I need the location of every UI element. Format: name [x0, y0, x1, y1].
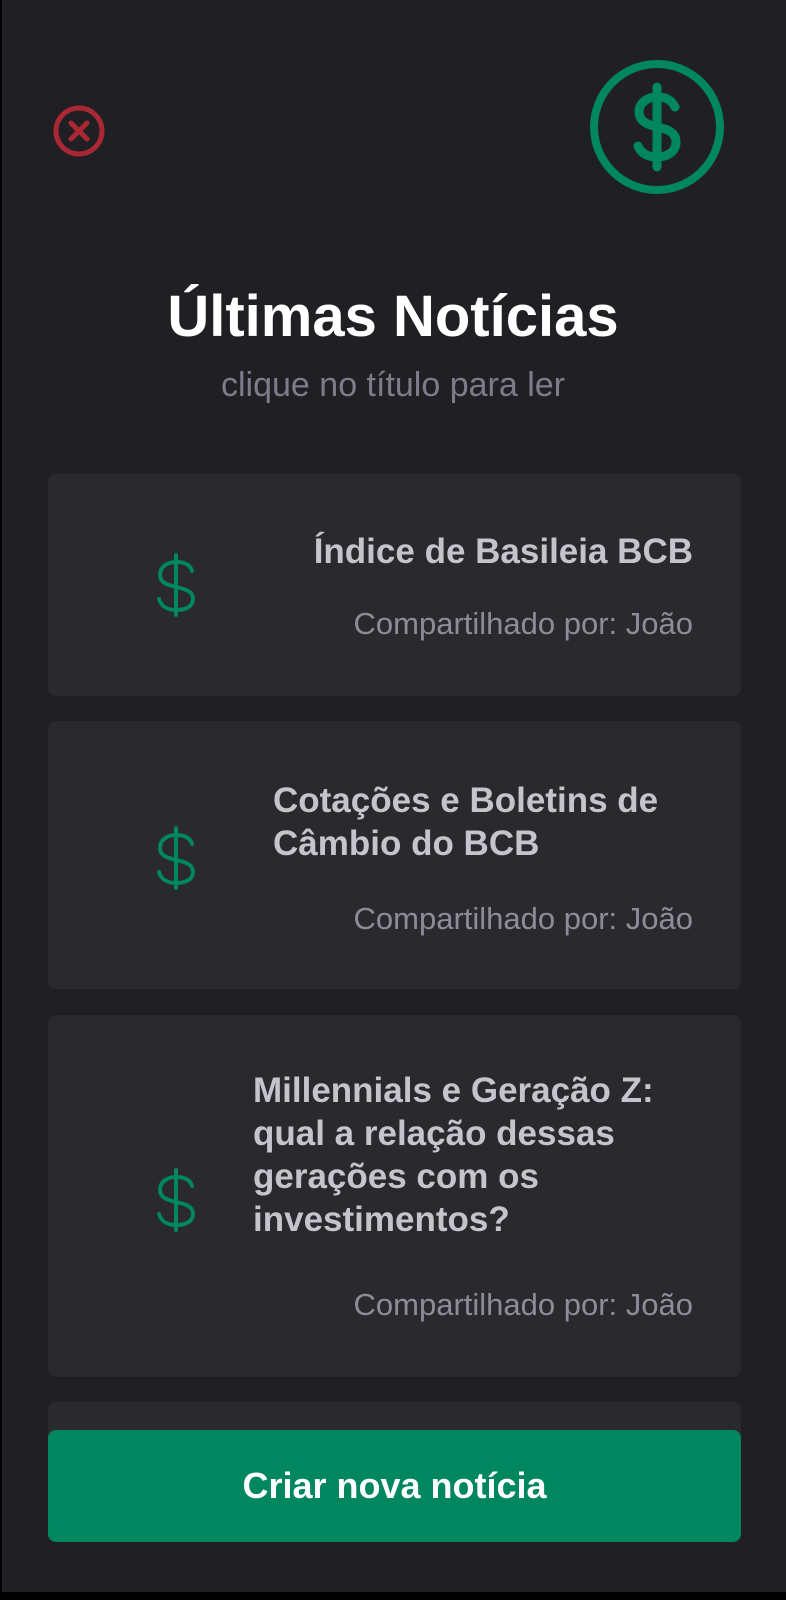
dollar-icon: [148, 825, 204, 891]
create-news-button[interactable]: Criar nova notícia: [48, 1430, 741, 1542]
news-card[interactable]: Índice de Basileia BCB Compartilhado por…: [48, 474, 741, 696]
news-title-link[interactable]: Millennials e Geração Z: qual a relação …: [253, 1069, 693, 1241]
news-author: Compartilhado por: João: [353, 606, 693, 641]
news-screen: Últimas Notícias clique no título para l…: [0, 0, 786, 1592]
news-title-link[interactable]: Cotações e Boletins de Câmbio do BCB: [273, 779, 693, 865]
news-author: Compartilhado por: João: [353, 901, 693, 936]
dollar-icon: [148, 1167, 204, 1233]
page-subtitle: clique no título para ler: [221, 366, 565, 404]
page-title: Últimas Notícias: [167, 284, 619, 349]
news-card[interactable]: Cotações e Boletins de Câmbio do BCB Com…: [48, 721, 741, 989]
dollar-icon: [148, 552, 204, 618]
screen-edge: [0, 0, 2, 1592]
close-icon[interactable]: [51, 103, 107, 159]
news-title-link[interactable]: Índice de Basileia BCB: [314, 530, 693, 573]
dollar-circle-icon: [587, 57, 727, 197]
news-author: Compartilhado por: João: [353, 1287, 693, 1322]
news-card[interactable]: Millennials e Geração Z: qual a relação …: [48, 1015, 741, 1377]
